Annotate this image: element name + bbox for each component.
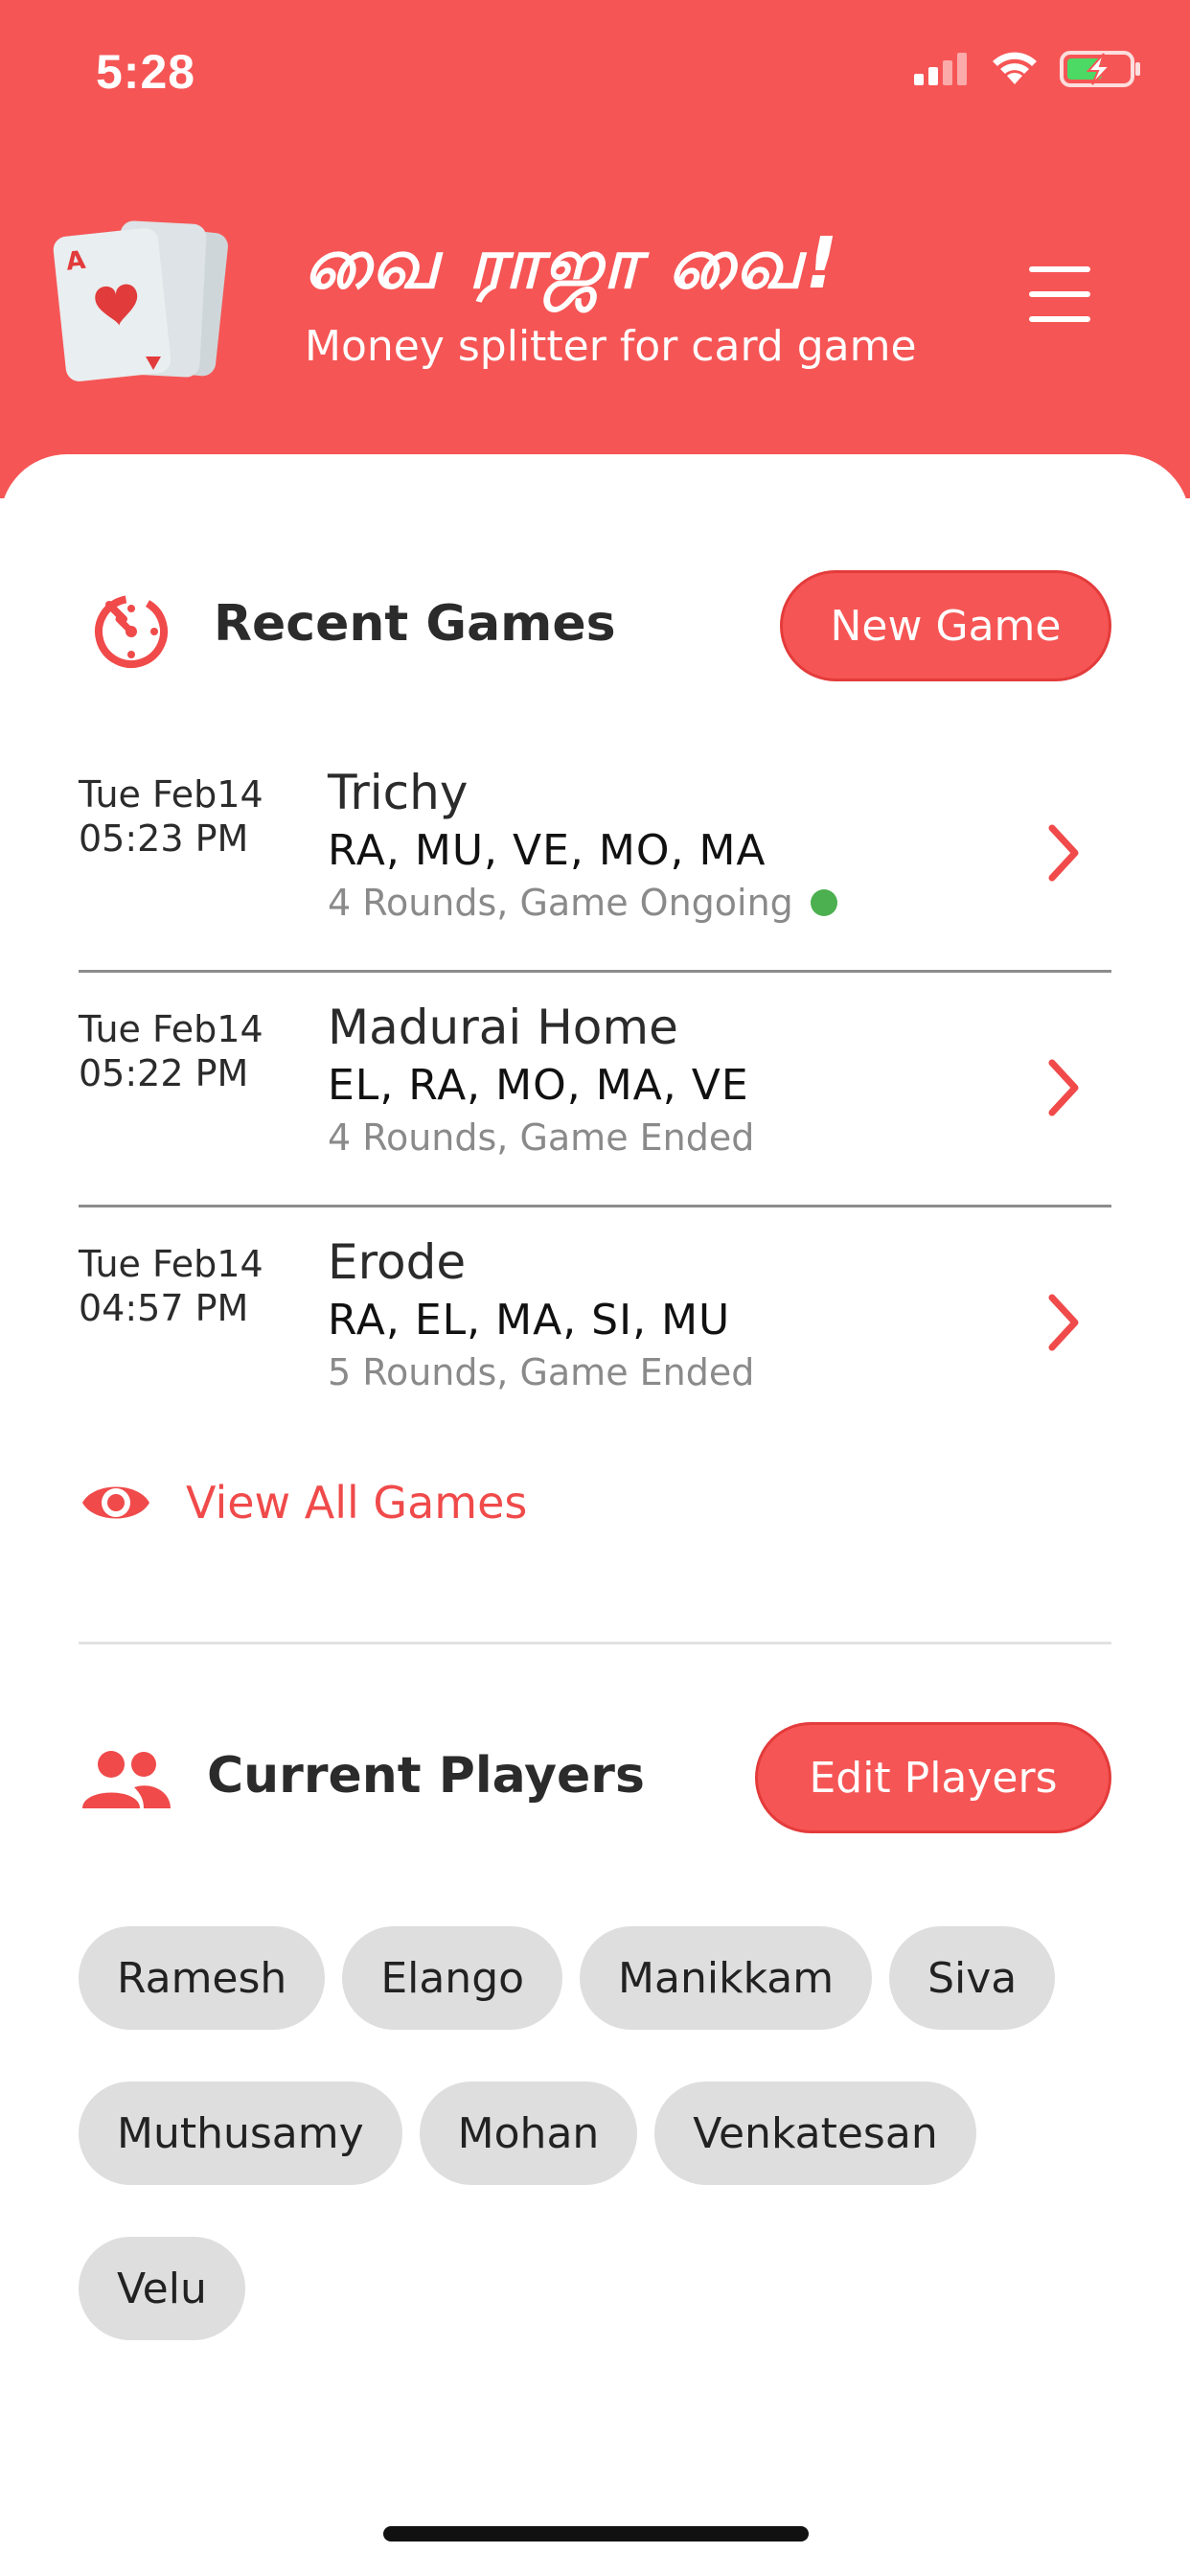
game-players: RA, MU, VE, MO, MA bbox=[328, 826, 767, 875]
game-date: Tue Feb14 04:57 PM bbox=[79, 1242, 328, 1330]
home-indicator bbox=[383, 2526, 809, 2542]
recent-games-title: Recent Games bbox=[214, 595, 616, 653]
battery-charging-icon bbox=[1060, 51, 1140, 87]
game-status: 4 Rounds, Game Ended bbox=[328, 1116, 754, 1159]
current-players-header: Current Players Edit Players bbox=[79, 1722, 1111, 1837]
game-name: Madurai Home bbox=[328, 1000, 678, 1055]
app-title: வை ராஜா வை! bbox=[305, 222, 840, 305]
game-status-text: 4 Rounds, Game Ongoing bbox=[328, 882, 793, 924]
game-date: Tue Feb14 05:23 PM bbox=[79, 772, 328, 861]
game-players: RA, EL, MA, SI, MU bbox=[328, 1296, 731, 1345]
people-icon bbox=[82, 1751, 171, 1808]
view-all-games-label: View All Games bbox=[186, 1477, 528, 1529]
playing-cards-heart-icon: A bbox=[53, 220, 228, 381]
player-chip: Mohan bbox=[419, 2082, 638, 2185]
menu-line bbox=[1029, 316, 1090, 322]
current-players-title: Current Players bbox=[207, 1747, 645, 1805]
view-all-games-link[interactable]: View All Games bbox=[79, 1476, 527, 1530]
player-chip: Venkatesan bbox=[654, 2082, 976, 2185]
game-status: 4 Rounds, Game Ongoing bbox=[328, 882, 837, 924]
game-status-text: 4 Rounds, Game Ended bbox=[328, 1116, 755, 1159]
app-header: 5:28 A வை ராஜா வை! Money splitter for ca… bbox=[0, 0, 1190, 498]
menu-line bbox=[1029, 291, 1090, 297]
game-row-1[interactable]: Tue Feb14 05:22 PM Madurai Home EL, RA, … bbox=[79, 973, 1111, 1208]
edit-players-button[interactable]: Edit Players bbox=[755, 1722, 1111, 1833]
game-date: Tue Feb14 05:22 PM bbox=[79, 1007, 328, 1095]
chip-row: Velu bbox=[79, 2237, 1123, 2340]
chip-row: Ramesh Elango Manikkam Siva bbox=[79, 1926, 1123, 2030]
section-divider bbox=[79, 1642, 1111, 1644]
player-chip: Muthusamy bbox=[79, 2082, 402, 2185]
player-chip: Manikkam bbox=[580, 1926, 873, 2030]
status-icons bbox=[914, 50, 1142, 88]
game-players: EL, RA, MO, MA, VE bbox=[328, 1061, 749, 1110]
game-day: Tue Feb14 bbox=[79, 1008, 263, 1050]
player-chip: Velu bbox=[79, 2237, 245, 2340]
status-time: 5:28 bbox=[96, 45, 196, 99]
status-bar: 5:28 bbox=[0, 0, 1190, 144]
game-time: 05:22 PM bbox=[79, 1052, 249, 1094]
player-chip: Ramesh bbox=[79, 1926, 326, 2030]
chevron-right-icon[interactable] bbox=[1044, 1057, 1083, 1118]
recent-games-list: Tue Feb14 05:23 PM Trichy RA, MU, VE, MO… bbox=[79, 738, 1111, 1442]
menu-line bbox=[1029, 266, 1090, 272]
game-day: Tue Feb14 bbox=[79, 773, 263, 816]
game-row-2[interactable]: Tue Feb14 04:57 PM Erode RA, EL, MA, SI,… bbox=[79, 1208, 1111, 1442]
game-time: 05:23 PM bbox=[79, 817, 249, 860]
timer-icon bbox=[95, 595, 168, 668]
game-name: Erode bbox=[328, 1234, 467, 1290]
player-chip: Siva bbox=[889, 1926, 1056, 2030]
hamburger-menu-icon[interactable] bbox=[1029, 266, 1090, 328]
wifi-icon bbox=[993, 52, 1037, 84]
game-status: 5 Rounds, Game Ended bbox=[328, 1351, 754, 1393]
recent-games-header: Recent Games New Game bbox=[79, 570, 1111, 685]
player-chip: Elango bbox=[342, 1926, 563, 2030]
game-name: Trichy bbox=[328, 765, 469, 820]
app-subtitle: Money splitter for card game bbox=[305, 322, 917, 371]
chevron-right-icon[interactable] bbox=[1044, 822, 1083, 884]
eye-icon bbox=[82, 1486, 149, 1519]
game-row-0[interactable]: Tue Feb14 05:23 PM Trichy RA, MU, VE, MO… bbox=[79, 738, 1111, 973]
game-day: Tue Feb14 bbox=[79, 1243, 263, 1285]
new-game-button[interactable]: New Game bbox=[780, 570, 1111, 681]
game-status-text: 5 Rounds, Game Ended bbox=[328, 1351, 755, 1393]
chip-row: Muthusamy Mohan Venkatesan bbox=[79, 2082, 1123, 2185]
player-chips: Ramesh Elango Manikkam Siva Muthusamy Mo… bbox=[79, 1926, 1123, 2392]
game-time: 04:57 PM bbox=[79, 1287, 249, 1329]
chevron-right-icon[interactable] bbox=[1044, 1292, 1083, 1353]
ongoing-status-dot bbox=[810, 889, 837, 916]
cellular-signal-icon bbox=[914, 53, 967, 85]
svg-text:A: A bbox=[65, 246, 87, 277]
